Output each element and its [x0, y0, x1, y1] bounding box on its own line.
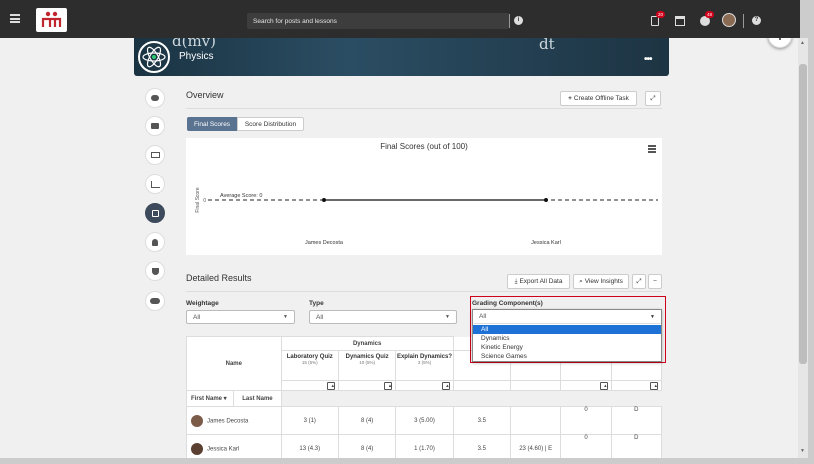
view-insights-button[interactable]: ⌕ View Insights — [573, 274, 629, 289]
course-title: Physics — [179, 51, 214, 62]
score-cell[interactable]: 0 — [560, 406, 612, 435]
grading-component-dropdown[interactable]: All ▼ All Dynamics Kinetic Energy Science Ga… — [472, 309, 662, 362]
dynamics-group-header: Dynamics — [280, 336, 454, 351]
first-name-sort[interactable]: First Name ▾ — [185, 390, 235, 407]
score-cell[interactable]: 3 (1) — [280, 406, 339, 435]
score-cell[interactable]: 0 — [560, 434, 612, 458]
column-header: Explain Dynamics? 3 (5%) — [395, 350, 454, 381]
search-icon: ⌕ — [579, 277, 583, 285]
column-header: Laboratory Quiz 15 (5%) — [280, 350, 339, 381]
average-label: Average Score: 0 — [220, 193, 262, 199]
sidebar-chat-icon[interactable] — [145, 88, 165, 108]
x-tick-label: Jessica Karl — [531, 240, 561, 246]
chart-plot: Final Score 0 Average Score: 0 James Decost… — [195, 187, 658, 246]
grading-option[interactable]: Dynamics — [473, 334, 661, 343]
app-logo[interactable] — [36, 8, 67, 32]
user-avatar[interactable] — [722, 13, 736, 27]
collapse-results-button[interactable]: − — [648, 274, 662, 289]
type-label: Type — [309, 300, 324, 307]
page-content: d(mv) dt Physics ••• + Overview +Create … — [0, 38, 798, 458]
create-offline-task-button[interactable]: + Create Offline Task — [560, 91, 637, 106]
y-tick-label: 0 — [203, 198, 206, 204]
column-toggle-button[interactable]: ▴ — [599, 381, 608, 390]
menu-icon[interactable] — [10, 14, 20, 23]
score-cell[interactable]: 23 (4.60) | E — [510, 434, 562, 458]
sidebar-chart-icon[interactable] — [145, 174, 165, 194]
data-point — [544, 198, 548, 202]
course-banner: d(mv) dt Physics ••• — [134, 38, 669, 76]
score-cell[interactable]: 3.5 — [452, 406, 512, 435]
last-name-sort[interactable]: Last Name — [233, 390, 282, 407]
sidebar-folder-icon[interactable] — [145, 116, 165, 136]
calendar-icon[interactable] — [675, 16, 685, 26]
minus-icon: − — [653, 278, 657, 285]
x-tick-label: James Decosta — [305, 240, 344, 246]
grading-option[interactable]: Kinetic Energy — [473, 343, 661, 352]
grading-component-label: Grading Component(s) — [472, 300, 543, 307]
grading-option[interactable]: All — [473, 325, 661, 334]
column-toggle-button[interactable]: ▴ — [326, 381, 335, 390]
score-cell[interactable]: D — [610, 434, 663, 458]
score-cell[interactable]: 13 (4.3) — [280, 434, 339, 458]
avatar — [191, 442, 203, 455]
detailed-results-title: Detailed Results — [186, 273, 252, 283]
final-scores-chart: Final Scores (out of 100) Final Score 0 Av… — [186, 138, 662, 255]
export-all-data-button[interactable]: ⤓ Export All Data — [507, 274, 570, 289]
weightage-label: Weightage — [186, 300, 219, 307]
top-navigation-bar: Search for posts and lessons i 20 48 ? — [0, 0, 800, 38]
score-cell[interactable]: 3 (5.00) — [395, 406, 454, 435]
tab-final-scores[interactable]: Final Scores — [187, 117, 237, 131]
info-icon[interactable]: i — [514, 16, 523, 25]
grading-component-select[interactable]: All ▼ — [473, 310, 661, 324]
scroll-up-arrow[interactable]: ▲ — [800, 40, 805, 46]
caret-down-icon: ▼ — [650, 313, 655, 320]
weightage-select[interactable]: All ▼ — [186, 310, 295, 324]
column-header: Dynamics Quiz 10 (5%) — [337, 350, 397, 381]
caret-down-icon: ▼ — [445, 314, 450, 320]
download-icon: ⤓ — [514, 277, 518, 285]
expand-overview-button[interactable]: ⤢ — [645, 91, 661, 106]
atom-icon — [138, 41, 170, 73]
search-input[interactable]: Search for posts and lessons — [247, 13, 509, 29]
sidebar-user-icon[interactable] — [145, 232, 165, 252]
scrollbar-thumb[interactable] — [799, 64, 807, 364]
grading-option[interactable]: Science Games — [473, 352, 661, 361]
notification-badge: 20 — [656, 11, 665, 18]
tab-score-distribution[interactable]: Score Distribution — [237, 117, 304, 131]
score-cell[interactable]: 3.5 — [452, 434, 512, 458]
avatar — [191, 414, 203, 427]
score-cell[interactable]: D — [610, 406, 663, 435]
vertical-scrollbar[interactable]: ▲ ▼ — [798, 38, 808, 458]
column-toggle-button[interactable]: ▴ — [384, 381, 393, 390]
sidebar-trophy-icon[interactable] — [145, 261, 165, 281]
scroll-down-arrow[interactable]: ▼ — [800, 448, 805, 454]
type-select[interactable]: All ▼ — [309, 310, 457, 324]
table-row: Jessica Karl 13 (4.3) 8 (4) 1 (1.70) 3.5 23 (… — [186, 434, 663, 458]
plus-icon: + — [568, 95, 572, 102]
overview-title: Overview — [186, 90, 224, 100]
expand-icon: ⤢ — [650, 94, 656, 102]
help-icon[interactable]: ? — [752, 16, 761, 25]
sidebar-group-icon[interactable] — [145, 291, 165, 311]
y-axis-label: Final Score — [195, 187, 201, 213]
score-cell[interactable]: 8 (4) — [337, 406, 397, 435]
expand-icon: ⤢ — [636, 277, 642, 285]
table-row: James Decosta 3 (1) 8 (4) 3 (5.00) 3.5 0 D — [186, 406, 663, 435]
student-name[interactable]: Jessica Karl — [207, 446, 239, 452]
column-toggle-button[interactable]: ▴ — [650, 381, 658, 390]
sidebar-card-icon[interactable] — [145, 145, 165, 165]
score-cell[interactable]: 8 (4) — [337, 434, 397, 458]
column-toggle-button[interactable]: ▴ — [441, 381, 450, 390]
messages-badge: 48 — [705, 11, 714, 18]
more-options-icon[interactable]: ••• — [644, 54, 652, 65]
data-point — [322, 198, 326, 202]
fab-add-button[interactable]: + — [768, 38, 792, 48]
score-cell[interactable]: 1 (1.70) — [395, 434, 454, 458]
score-cell[interactable] — [510, 406, 562, 435]
name-header: Name — [186, 336, 282, 391]
caret-down-icon: ▼ — [283, 314, 288, 320]
student-name[interactable]: James Decosta — [207, 418, 248, 424]
expand-results-button[interactable]: ⤢ — [632, 274, 646, 289]
sidebar-gradebook-icon[interactable] — [145, 203, 165, 223]
